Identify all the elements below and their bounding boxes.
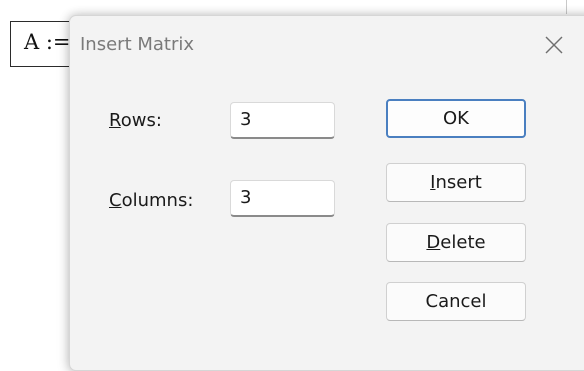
close-button[interactable] [534, 28, 574, 62]
rows-label-text: ows: [120, 110, 162, 131]
rows-label: Rows: [109, 110, 162, 131]
columns-label-text: olumns: [121, 190, 194, 211]
insert-button[interactable]: Insert [386, 163, 526, 202]
delete-mnemonic: D [426, 232, 441, 253]
columns-label-mnemonic: C [109, 190, 122, 211]
cancel-button-label: Cancel [425, 291, 487, 312]
delete-button-label: Delete [426, 232, 485, 253]
insert-button-label: Insert [430, 172, 482, 193]
close-icon [545, 36, 563, 54]
columns-input[interactable]: 3 [230, 180, 335, 217]
rows-label-mnemonic: R [109, 110, 121, 131]
delete-button[interactable]: Delete [386, 223, 526, 262]
insert-label-rest: nsert [435, 172, 482, 193]
insert-matrix-dialog: Insert Matrix Rows: 3 Columns: 3 OK Inse… [69, 15, 584, 371]
ok-button[interactable]: OK [386, 99, 526, 138]
math-expression: A := [24, 30, 71, 54]
rows-input[interactable]: 3 [230, 102, 335, 139]
dialog-title: Insert Matrix [80, 34, 195, 55]
cancel-button[interactable]: Cancel [386, 282, 526, 321]
ok-button-label: OK [443, 108, 469, 129]
worksheet-divider [566, 0, 567, 14]
columns-label: Columns: [109, 190, 193, 211]
delete-label-rest: elete [440, 232, 486, 253]
